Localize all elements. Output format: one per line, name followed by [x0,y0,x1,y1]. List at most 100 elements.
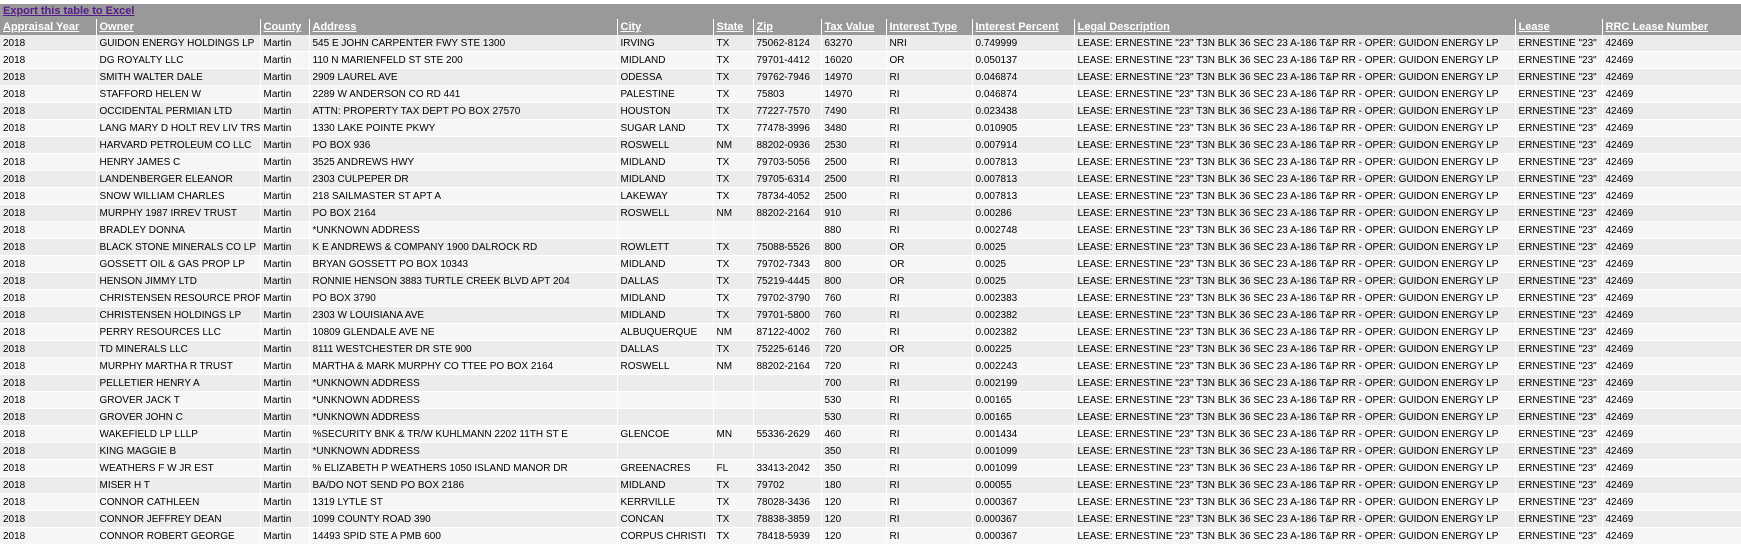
state-cell: TX [713,476,754,494]
appraisal-year-cell: 2018 [0,527,97,545]
owner-cell: OCCIDENTAL PERMIAN LTD [96,102,261,120]
interest-percent-cell: 0.001099 [972,442,1075,460]
county-cell: Martin [260,510,310,528]
state-cell: TX [713,306,754,324]
column-header-interest-type[interactable]: Interest Type [886,19,973,35]
tax-value-cell: 720 [821,340,887,358]
column-header-legal-description[interactable]: Legal Description [1074,19,1516,35]
tax-value-cell: 880 [821,221,887,239]
interest-percent-cell: 0.749999 [972,35,1075,52]
interest-percent-cell: 0.0025 [972,272,1075,290]
owner-cell: DG ROYALTY LLC [96,51,261,69]
lease-cell: ERNESTINE "23" [1515,85,1603,103]
city-cell: ROSWELL [617,357,714,375]
column-header-rrc-lease-number[interactable]: RRC Lease Number [1602,19,1741,35]
lease-cell: ERNESTINE "23" [1515,187,1603,205]
zip-cell: 79703-5056 [753,153,822,171]
owner-cell: HENSON JIMMY LTD [96,272,261,290]
column-header-appraisal-year[interactable]: Appraisal Year [0,19,97,35]
appraisal-year-cell: 2018 [0,85,97,103]
interest-percent-cell: 0.046874 [972,85,1075,103]
column-header-county[interactable]: County [260,19,310,35]
city-cell: ROWLETT [617,238,714,256]
appraisal-year-cell: 2018 [0,153,97,171]
tax-value-cell: 3480 [821,119,887,137]
interest-type-cell: RI [886,493,973,511]
address-cell: *UNKNOWN ADDRESS [309,408,618,426]
tax-value-cell: 14970 [821,68,887,86]
tax-value-cell: 14970 [821,85,887,103]
tax-value-cell: 2530 [821,136,887,154]
interest-percent-cell: 0.001434 [972,425,1075,443]
address-cell: MARTHA & MARK MURPHY CO TTEE PO BOX 2164 [309,357,618,375]
state-cell: TX [713,510,754,528]
column-header-lease[interactable]: Lease [1515,19,1603,35]
zip-cell: 79705-6314 [753,170,822,188]
interest-percent-cell: 0.007813 [972,170,1075,188]
rrc-lease-number-cell: 42469 [1602,170,1741,188]
rrc-lease-number-cell: 42469 [1602,255,1741,273]
column-header-tax-value[interactable]: Tax Value [821,19,887,35]
legal-description-cell: LEASE: ERNESTINE "23" T3N BLK 36 SEC 23 … [1074,272,1516,290]
table-row: 2018 LANG MARY D HOLT REV LIV TRST Martin 1… [0,119,1741,137]
zip-cell: 75219-4445 [753,272,822,290]
column-header-address[interactable]: Address [309,19,618,35]
county-cell: Martin [260,374,310,392]
zip-cell [753,374,822,392]
export-excel-link[interactable]: Export this table to Excel [3,5,134,17]
appraisal-year-cell: 2018 [0,255,97,273]
city-cell [617,391,714,409]
rrc-lease-number-cell: 42469 [1602,442,1741,460]
interest-type-cell: RI [886,85,973,103]
state-cell: FL [713,459,754,477]
tax-value-cell: 460 [821,425,887,443]
appraisal-year-cell: 2018 [0,102,97,120]
state-cell: TX [713,51,754,69]
zip-cell: 75062-8124 [753,35,822,52]
interest-percent-cell: 0.002382 [972,306,1075,324]
interest-percent-cell: 0.002199 [972,374,1075,392]
interest-type-cell: RI [886,459,973,477]
interest-percent-cell: 0.000367 [972,527,1075,545]
table-row: 2018 LANDENBERGER ELEANOR Martin 2303 CULPE… [0,170,1741,188]
interest-percent-cell: 0.0025 [972,238,1075,256]
owner-cell: PELLETIER HENRY A [96,374,261,392]
owner-cell: BRADLEY DONNA [96,221,261,239]
zip-cell: 79762-7946 [753,68,822,86]
lease-cell: ERNESTINE "23" [1515,153,1603,171]
appraisal-year-cell: 2018 [0,476,97,494]
tax-value-cell: 760 [821,323,887,341]
legal-description-cell: LEASE: ERNESTINE "23" T3N BLK 36 SEC 23 … [1074,255,1516,273]
column-header-owner[interactable]: Owner [96,19,261,35]
zip-cell: 88202-0936 [753,136,822,154]
legal-description-cell: LEASE: ERNESTINE "23" T3N BLK 36 SEC 23 … [1074,510,1516,528]
address-cell: *UNKNOWN ADDRESS [309,442,618,460]
column-header-state[interactable]: State [713,19,754,35]
legal-description-cell: LEASE: ERNESTINE "23" T3N BLK 36 SEC 23 … [1074,238,1516,256]
owner-cell: MURPHY 1987 IRREV TRUST [96,204,261,222]
rrc-lease-number-cell: 42469 [1602,459,1741,477]
interest-type-cell: RI [886,425,973,443]
address-cell: *UNKNOWN ADDRESS [309,221,618,239]
county-cell: Martin [260,238,310,256]
zip-cell: 88202-2164 [753,204,822,222]
county-cell: Martin [260,255,310,273]
owner-cell: GROVER JACK T [96,391,261,409]
legal-description-cell: LEASE: ERNESTINE "23" T3N BLK 36 SEC 23 … [1074,119,1516,137]
address-cell: 2303 CULPEPER DR [309,170,618,188]
owner-cell: STAFFORD HELEN W [96,85,261,103]
lease-cell: ERNESTINE "23" [1515,255,1603,273]
appraisal-year-cell: 2018 [0,442,97,460]
city-cell [617,374,714,392]
interest-type-cell: RI [886,153,973,171]
column-header-city[interactable]: City [617,19,714,35]
column-header-zip[interactable]: Zip [753,19,822,35]
lease-cell: ERNESTINE "23" [1515,204,1603,222]
rrc-lease-number-cell: 42469 [1602,408,1741,426]
address-cell: BRYAN GOSSETT PO BOX 10343 [309,255,618,273]
county-cell: Martin [260,357,310,375]
export-bar: Export this table to Excel [0,4,1741,19]
column-header-interest-percent[interactable]: Interest Percent [972,19,1075,35]
table-row: 2018 STAFFORD HELEN W Martin 2289 W ANDERSO… [0,85,1741,103]
city-cell: ROSWELL [617,204,714,222]
